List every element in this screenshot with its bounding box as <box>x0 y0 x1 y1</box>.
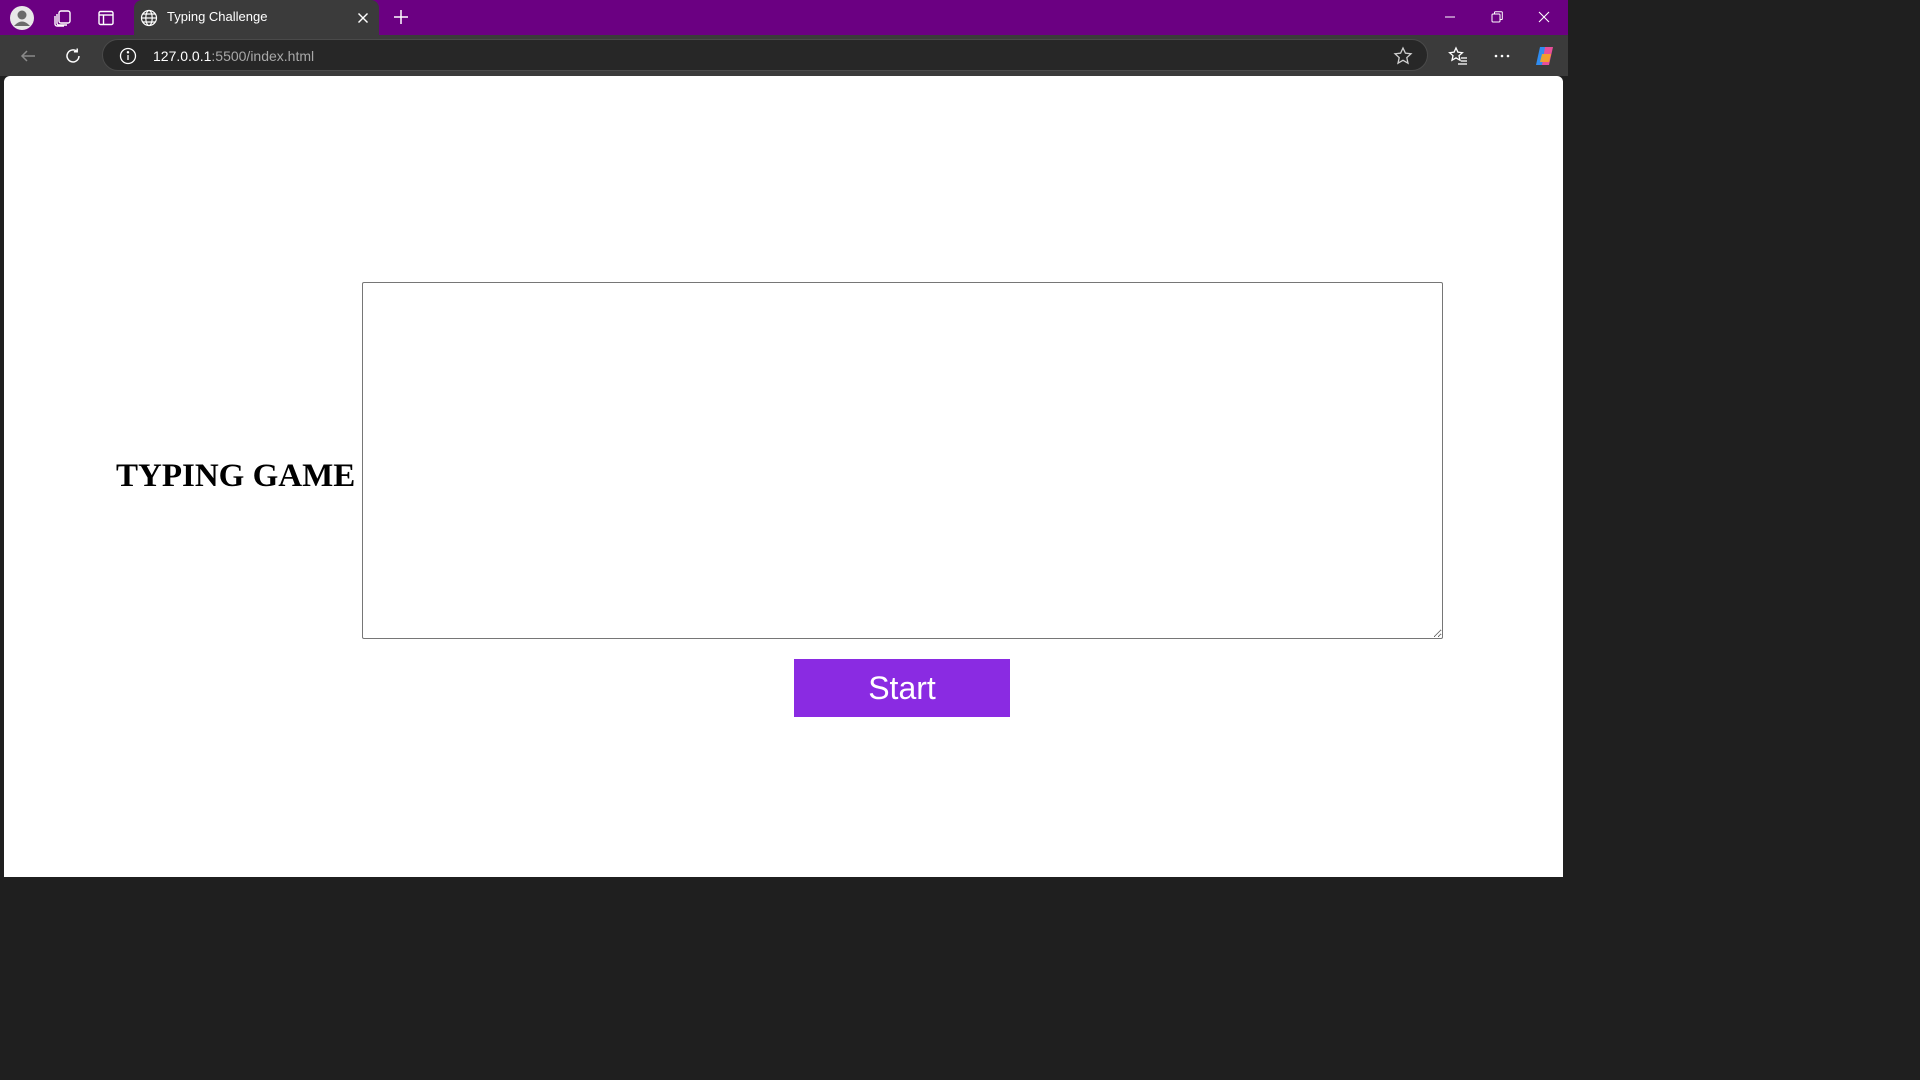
favorites-icon[interactable] <box>1444 42 1472 70</box>
favorite-star-icon[interactable] <box>1393 46 1413 66</box>
page-viewport: TYPING GAME Start <box>4 76 1563 877</box>
tab-title: Typing Challenge <box>167 9 268 24</box>
page-title: TYPING GAME <box>116 458 356 494</box>
workspaces-icon[interactable] <box>50 5 76 31</box>
url-path: :5500/index.html <box>211 48 315 64</box>
globe-icon <box>140 9 158 27</box>
browser-toolbar: 127.0.0.1:5500/index.html <box>0 35 1568 76</box>
url-host: 127.0.0.1 <box>153 48 212 64</box>
back-icon[interactable] <box>14 42 42 70</box>
typing-area[interactable] <box>362 282 1443 639</box>
browser-title-bar: Typing Challenge <box>0 0 1568 35</box>
url-text[interactable]: 127.0.0.1:5500/index.html <box>153 48 314 64</box>
active-tab[interactable]: Typing Challenge <box>134 0 379 35</box>
refresh-icon[interactable] <box>59 42 87 70</box>
tab-actions-icon[interactable] <box>93 5 119 31</box>
close-tab-icon[interactable] <box>355 10 371 26</box>
more-icon[interactable] <box>1488 42 1516 70</box>
profile-icon[interactable] <box>9 5 35 31</box>
new-tab-icon[interactable] <box>390 6 412 28</box>
minimize-icon[interactable] <box>1436 4 1464 30</box>
copilot-icon[interactable] <box>1531 42 1559 70</box>
start-button[interactable]: Start <box>794 659 1010 717</box>
restore-icon[interactable] <box>1483 4 1511 30</box>
close-window-icon[interactable] <box>1530 4 1558 30</box>
address-bar[interactable]: 127.0.0.1:5500/index.html <box>102 39 1428 71</box>
info-icon[interactable] <box>119 47 137 65</box>
